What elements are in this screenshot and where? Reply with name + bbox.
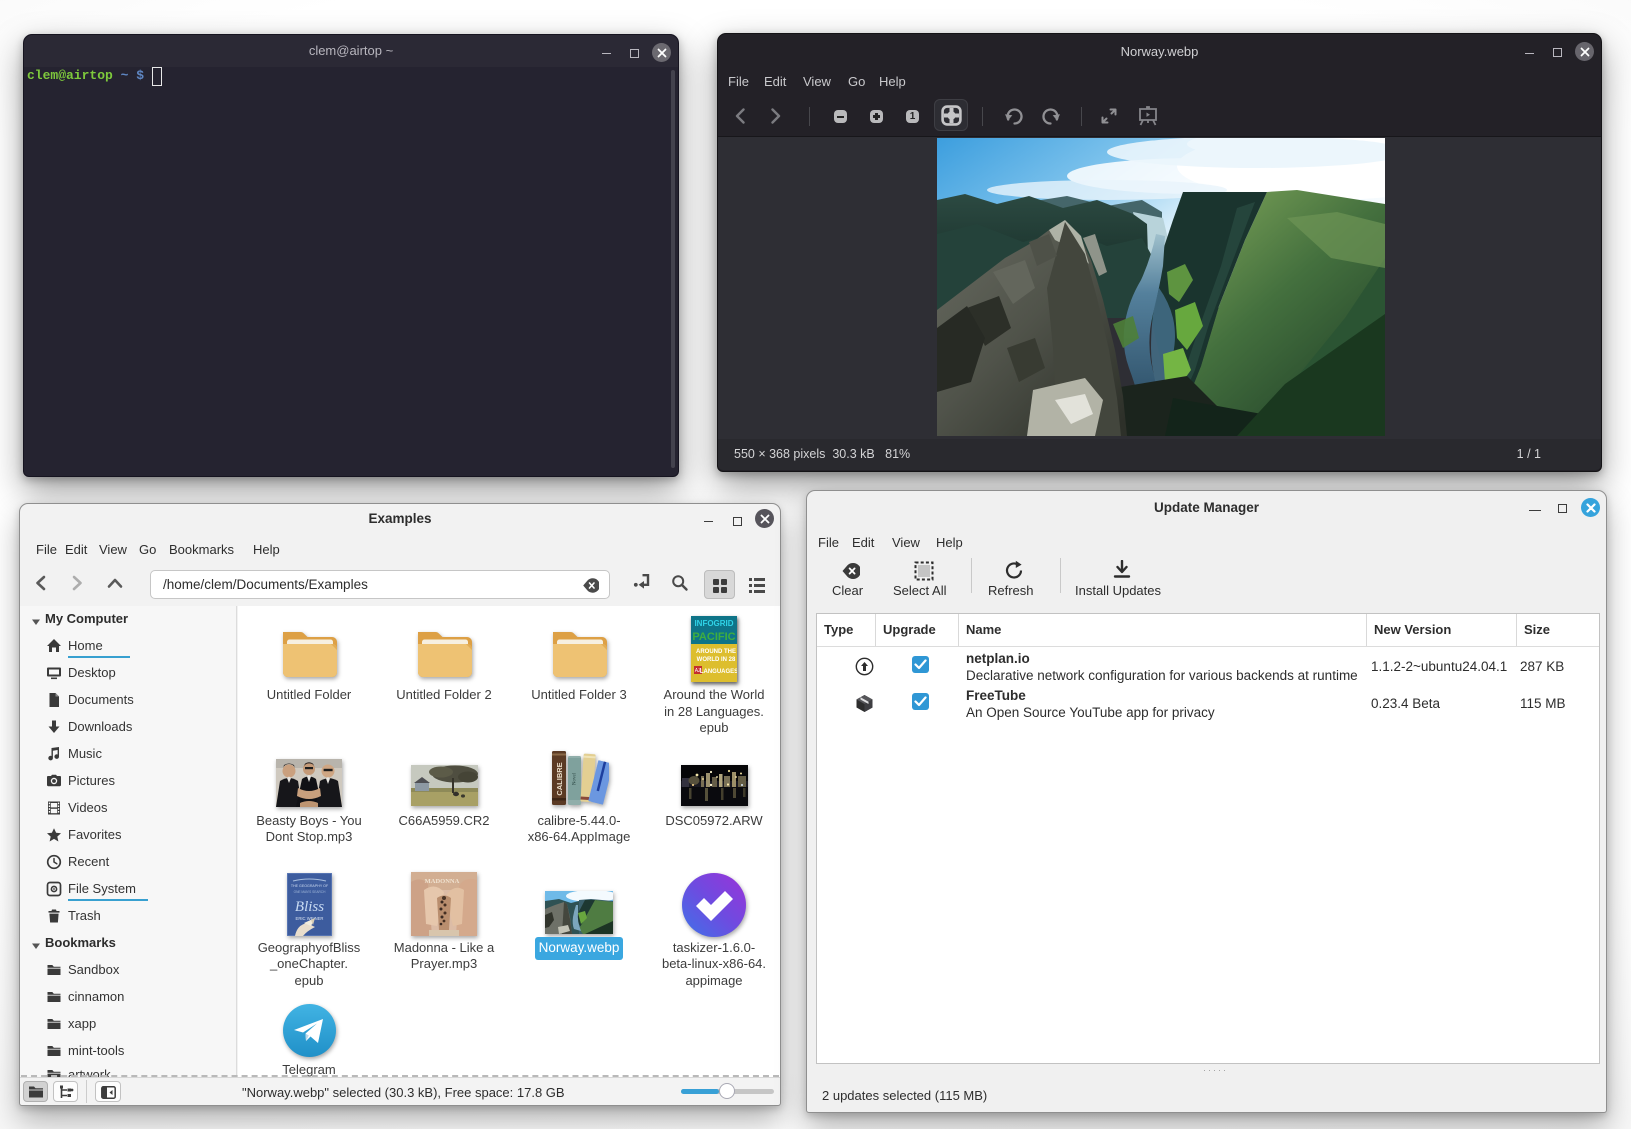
- svg-text:ERIC WEINER: ERIC WEINER: [295, 916, 323, 921]
- svg-text:PACIFIC: PACIFIC: [692, 631, 735, 643]
- svg-text:MADONNA: MADONNA: [425, 878, 460, 885]
- svg-text:LANGUAGES: LANGUAGES: [700, 669, 737, 675]
- svg-text:Novel: Novel: [573, 772, 578, 785]
- svg-text:Bliss: Bliss: [294, 899, 323, 915]
- svg-text:AROUND THE: AROUND THE: [696, 649, 736, 655]
- svg-text:CALIBRE: CALIBRE: [555, 762, 564, 795]
- svg-text:ONE MAN'S SEARCH: ONE MAN'S SEARCH: [293, 890, 325, 894]
- svg-text:THE GEOGRAPHY OF: THE GEOGRAPHY OF: [290, 884, 328, 888]
- svg-text:WORLD IN 28: WORLD IN 28: [697, 657, 736, 663]
- svg-text:INFOGRID: INFOGRID: [694, 619, 733, 628]
